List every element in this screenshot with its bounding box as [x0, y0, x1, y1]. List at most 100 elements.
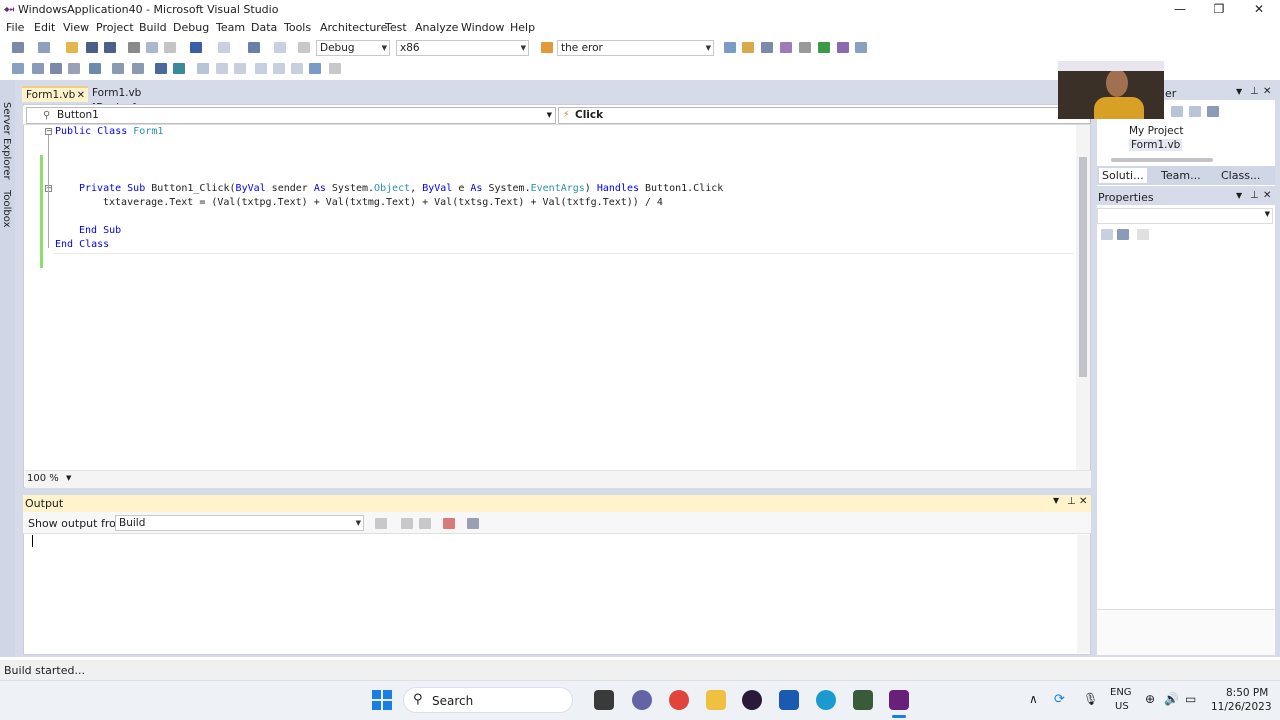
member-list-icon[interactable]	[12, 63, 24, 74]
menu-analyze[interactable]: Analyze	[415, 21, 458, 34]
menu-view[interactable]: View	[63, 21, 89, 34]
find-message-icon[interactable]	[375, 518, 387, 529]
menu-debug[interactable]: Debug	[173, 21, 209, 34]
tab-class-view[interactable]: Class...	[1221, 169, 1260, 182]
prev-bookmark-doc-icon[interactable]	[291, 63, 303, 74]
find-in-files-icon[interactable]	[541, 42, 553, 53]
close-icon[interactable]: ✕	[1263, 190, 1271, 201]
chrome-icon[interactable]	[669, 690, 689, 710]
menu-architecture[interactable]: Architecture	[320, 21, 387, 34]
complete-word-icon[interactable]	[68, 63, 80, 74]
chevron-down-icon[interactable]: ▼	[66, 474, 71, 482]
toolbox-icon[interactable]	[780, 42, 792, 53]
event-select[interactable]: ⚡ Click	[558, 107, 1091, 124]
tree-item-form1-vb[interactable]: Form1.vb	[1129, 139, 1183, 151]
alphabetical-icon[interactable]	[1117, 229, 1129, 240]
navigate-back-icon[interactable]	[248, 42, 260, 53]
platform-select[interactable]: x86 ▼	[396, 40, 529, 56]
menu-project[interactable]: Project	[96, 21, 134, 34]
open-file-icon[interactable]	[66, 42, 78, 53]
store-icon[interactable]	[779, 690, 799, 710]
clock-date[interactable]: 11/26/2023	[1211, 701, 1272, 713]
object-browser-icon[interactable]	[761, 42, 773, 53]
menu-file[interactable]: File	[6, 21, 24, 34]
close-button[interactable]: ✕	[1239, 1, 1279, 18]
save-icon[interactable]	[86, 42, 98, 53]
categorized-icon[interactable]	[1101, 229, 1113, 240]
next-bookmark-icon[interactable]	[234, 63, 246, 74]
new-project-icon[interactable]	[12, 42, 24, 53]
media-player-icon[interactable]	[742, 690, 762, 710]
save-all-icon[interactable]	[104, 42, 116, 53]
chevron-up-icon[interactable]: ∧	[1029, 692, 1038, 706]
tree-item-my-project[interactable]: My Project	[1129, 125, 1184, 137]
edge-icon[interactable]	[816, 690, 836, 710]
app-icon[interactable]	[853, 690, 873, 710]
output-scrollbar[interactable]	[1077, 535, 1090, 653]
next-bookmark-doc-icon[interactable]	[309, 63, 321, 74]
solution-config-select[interactable]: Debug ▼	[316, 40, 390, 56]
menu-tools[interactable]: Tools	[284, 21, 311, 34]
close-tab-icon[interactable]: ✕	[77, 88, 85, 103]
decrease-indent-icon[interactable]	[112, 63, 124, 74]
scrollbar-thumb[interactable]	[1079, 157, 1087, 377]
refresh-icon[interactable]	[1171, 106, 1183, 117]
visual-studio-taskbar-icon[interactable]	[889, 690, 909, 710]
next-bookmark-folder-icon[interactable]	[273, 63, 285, 74]
properties-object-select[interactable]: ▼	[1097, 208, 1273, 224]
maximize-button[interactable]: ❐	[1199, 1, 1239, 18]
increase-indent-icon[interactable]	[132, 63, 144, 74]
horizontal-scrollbar[interactable]	[1111, 158, 1213, 162]
menu-window[interactable]: Window	[461, 21, 504, 34]
code-editor[interactable]: 100 % ▼	[23, 104, 1091, 488]
volume-icon[interactable]: 🔊	[1164, 692, 1179, 706]
display-word-icon[interactable]	[89, 63, 101, 74]
clear-bookmarks-icon[interactable]	[329, 63, 341, 74]
tab-form1-vb[interactable]: Form1.vb ✕	[22, 86, 88, 102]
next-message-icon[interactable]	[419, 518, 431, 529]
word-wrap-icon[interactable]	[467, 518, 479, 529]
view-code-icon[interactable]	[1189, 106, 1201, 117]
taskbar-search[interactable]: ⚲ Search	[403, 687, 573, 713]
server-explorer-tab[interactable]: Server Explorer	[1, 102, 12, 180]
menu-help[interactable]: Help	[510, 21, 535, 34]
find-combo[interactable]: the eror ▼	[557, 40, 714, 56]
chat-icon[interactable]	[632, 690, 652, 710]
clock-time[interactable]: 8:50 PM	[1226, 687, 1268, 699]
chevron-down-icon[interactable]: ▼	[1236, 191, 1242, 200]
pin-icon[interactable]: ⊥	[1250, 86, 1259, 97]
file-explorer-icon[interactable]	[706, 690, 726, 710]
properties-window-icon[interactable]	[742, 42, 754, 53]
output-source-select[interactable]: Build ▼	[115, 515, 364, 531]
class-view-icon[interactable]	[837, 42, 849, 53]
comment-icon[interactable]	[155, 63, 167, 74]
sync-icon[interactable]: ⟳	[1054, 692, 1065, 707]
tab-solution-explorer[interactable]: Soluti...	[1099, 168, 1147, 183]
task-view-icon[interactable]	[594, 690, 614, 710]
chevron-down-icon[interactable]: ▼	[1053, 496, 1059, 505]
object-select[interactable]: ⚲ Button1 ▼	[26, 107, 556, 124]
view-designer-icon[interactable]	[1207, 106, 1219, 117]
microphone-icon[interactable]: 🎙	[1083, 692, 1098, 706]
extensions-icon[interactable]	[818, 42, 830, 53]
editor-vertical-scrollbar[interactable]	[1076, 125, 1090, 488]
battery-icon[interactable]: ▭	[1185, 692, 1196, 706]
menu-data[interactable]: Data	[251, 21, 277, 34]
network-icon[interactable]: ⊕	[1145, 692, 1155, 706]
close-icon[interactable]: ✕	[1079, 496, 1087, 507]
toolbox-tab[interactable]: Toolbox	[1, 190, 12, 228]
tab-team-explorer[interactable]: Team...	[1161, 169, 1201, 182]
menu-build[interactable]: Build	[139, 21, 167, 34]
language-label[interactable]: ENG	[1110, 687, 1132, 698]
start-debug-icon[interactable]	[298, 42, 310, 53]
parameter-info-icon[interactable]	[32, 63, 44, 74]
collapse-icon[interactable]: −	[45, 128, 52, 135]
prev-bookmark-icon[interactable]	[216, 63, 228, 74]
close-icon[interactable]: ✕	[1263, 86, 1271, 97]
redo-icon[interactable]	[218, 42, 230, 53]
undo-icon[interactable]	[190, 42, 202, 53]
chevron-down-icon[interactable]: ▼	[1236, 87, 1242, 96]
tab-form1-design[interactable]: Form1.vb [Design]	[88, 86, 180, 114]
navigate-forward-icon[interactable]	[274, 42, 286, 53]
start-page-icon[interactable]	[855, 42, 867, 53]
